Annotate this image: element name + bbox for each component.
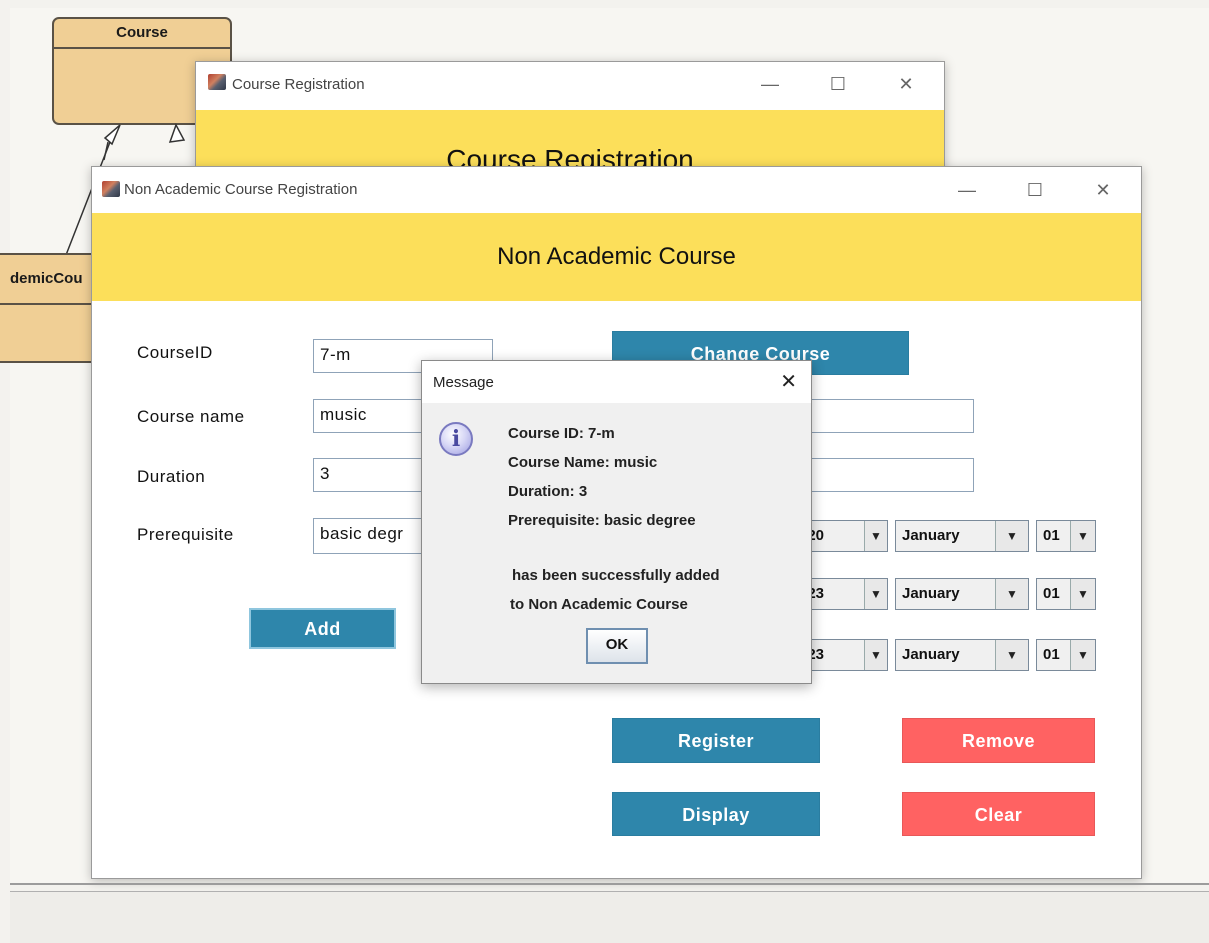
- java-app-icon: [208, 74, 226, 90]
- panel-divider: [10, 883, 1209, 885]
- instructor-input[interactable]: [792, 399, 974, 433]
- message-dialog-title: Message: [433, 374, 494, 391]
- bottom-panel: [10, 892, 1209, 943]
- non-academic-heading: Non Academic Course: [497, 243, 736, 270]
- completion-date-day-combo[interactable]: 01 ▼: [1036, 578, 1096, 610]
- chevron-down-icon: ▼: [1077, 529, 1089, 543]
- chevron-down-icon: ▼: [870, 587, 882, 601]
- start-date-day-value: 01: [1037, 521, 1071, 551]
- info-icon: i: [439, 422, 473, 456]
- prerequisite-label: Prerequisite: [137, 525, 234, 544]
- exam-date-day-combo[interactable]: 01 ▼: [1036, 639, 1096, 671]
- course-registration-window-title: Course Registration: [232, 76, 365, 93]
- message-dialog[interactable]: Message ✕ i Course ID: 7-m Course Name: …: [421, 360, 812, 684]
- start-date-day-combo[interactable]: 01 ▼: [1036, 520, 1096, 552]
- maximize-icon[interactable]: ☐: [1021, 176, 1049, 204]
- close-icon[interactable]: ✕: [1089, 176, 1117, 204]
- java-app-icon: [102, 181, 120, 197]
- non-academic-titlebar[interactable]: Non Academic Course Registration — ☐ ✕: [92, 167, 1141, 213]
- duration-label: Duration: [137, 467, 206, 486]
- chevron-down-icon: ▼: [1006, 648, 1018, 662]
- uml-class-course-title: Course: [54, 19, 230, 49]
- exam-date-day-value: 01: [1037, 640, 1071, 670]
- dialog-line-course-id: Course ID: 7-m: [508, 425, 615, 442]
- clear-button[interactable]: Clear: [902, 792, 1095, 836]
- course-id-label: CourseID: [137, 343, 213, 362]
- duration-input[interactable]: 3: [313, 458, 433, 492]
- chevron-down-icon: ▼: [870, 648, 882, 662]
- display-button[interactable]: Display: [612, 792, 820, 836]
- uml-class-non-academic-title: demicCou: [0, 255, 100, 305]
- non-academic-window-title: Non Academic Course Registration: [124, 181, 358, 198]
- dialog-line-course-name: Course Name: music: [508, 454, 658, 471]
- dialog-line-duration: Duration: 3: [508, 483, 588, 500]
- dialog-success-line-1: has been successfully added: [512, 567, 720, 584]
- dialog-success-line-2: to Non Academic Course: [510, 596, 688, 613]
- chevron-down-icon: ▼: [1077, 648, 1089, 662]
- exam-date-month-value: January: [896, 640, 996, 670]
- level-input[interactable]: [792, 458, 974, 492]
- completion-date-day-value: 01: [1037, 579, 1071, 609]
- close-icon[interactable]: ✕: [892, 70, 920, 98]
- chevron-down-icon: ▼: [1077, 587, 1089, 601]
- chevron-down-icon: ▼: [1006, 529, 1018, 543]
- uml-class-non-academic-title-text: demicCou: [10, 270, 83, 287]
- minimize-icon[interactable]: —: [756, 70, 784, 98]
- ok-button[interactable]: OK: [586, 628, 648, 664]
- close-icon[interactable]: ✕: [780, 369, 797, 394]
- chevron-down-icon: ▼: [870, 529, 882, 543]
- start-date-month-value: January: [896, 521, 996, 551]
- prerequisite-input[interactable]: basic degr: [313, 518, 433, 554]
- uml-class-non-academic-course[interactable]: demicCou: [0, 253, 102, 363]
- register-button[interactable]: Register: [612, 718, 820, 763]
- remove-button[interactable]: Remove: [902, 718, 1095, 763]
- completion-date-month-combo[interactable]: January ▼: [895, 578, 1029, 610]
- dialog-line-prerequisite: Prerequisite: basic degree: [508, 512, 696, 529]
- completion-date-month-value: January: [896, 579, 996, 609]
- course-name-label: Course name: [137, 407, 245, 426]
- course-name-input[interactable]: music: [313, 399, 433, 433]
- minimize-icon[interactable]: —: [953, 176, 981, 204]
- maximize-icon[interactable]: ☐: [824, 70, 852, 98]
- course-registration-titlebar[interactable]: Course Registration — ☐ ✕: [196, 62, 944, 110]
- message-dialog-titlebar[interactable]: Message ✕: [422, 361, 811, 403]
- start-date-month-combo[interactable]: January ▼: [895, 520, 1029, 552]
- non-academic-header: Non Academic Course: [92, 213, 1141, 301]
- add-button[interactable]: Add: [249, 608, 396, 649]
- chevron-down-icon: ▼: [1006, 587, 1018, 601]
- exam-date-month-combo[interactable]: January ▼: [895, 639, 1029, 671]
